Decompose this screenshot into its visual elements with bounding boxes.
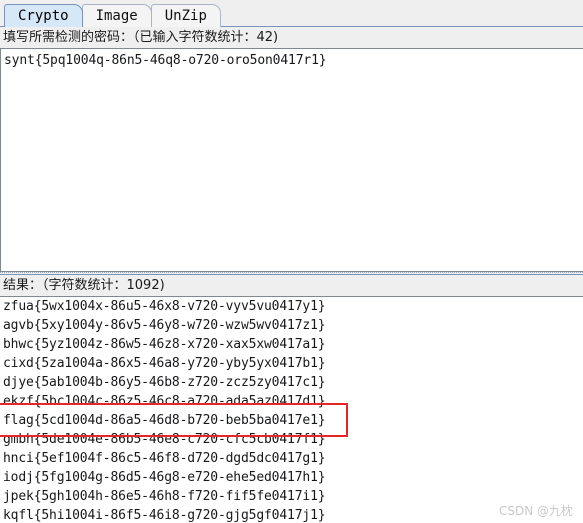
result-line: djye{5ab1004b-86y5-46b8-z720-zcz5zy0417c… — [3, 375, 326, 391]
tab-unzip[interactable]: UnZip — [150, 3, 221, 27]
input-section-label: 填写所需检测的密码：（已输入字符数统计：42) — [0, 26, 583, 48]
result-line: kqfl{5hi1004i-86f5-46i8-g720-gjg5gf0417j… — [3, 508, 326, 523]
result-line: ekzf{5bc1004c-86z5-46c8-a720-ada5az0417d… — [3, 394, 326, 410]
result-output-textarea[interactable]: zfua{5wx1004x-86u5-46x8-v720-vyv5vu0417y… — [0, 296, 583, 523]
application-window: Crypto Image UnZip 填写所需检测的密码：（已输入字符数统计：4… — [0, 0, 583, 523]
password-input-textarea[interactable]: synt{5pq1004q-86n5-46q8-o720-oro5on0417r… — [0, 47, 583, 273]
result-line: cixd{5za1004a-86x5-46a8-y720-yby5yx0417b… — [3, 356, 326, 372]
csdn-watermark: CSDN @九枕 — [498, 504, 573, 518]
tab-image[interactable]: Image — [81, 3, 152, 27]
result-line: flag{5cd1004d-86a5-46d8-b720-beb5ba0417e… — [3, 413, 326, 429]
result-line: iodj{5fg1004g-86d5-46g8-e720-ehe5ed0417h… — [3, 470, 326, 486]
tab-crypto-label: Crypto — [18, 7, 69, 24]
tab-image-label: Image — [95, 7, 138, 24]
result-line: zfua{5wx1004x-86u5-46x8-v720-vyv5vu0417y… — [3, 299, 326, 315]
result-section-label: 结果：（字符数统计：1092) — [0, 275, 583, 297]
tab-crypto[interactable]: Crypto — [4, 3, 83, 27]
tab-bar: Crypto Image UnZip — [0, 0, 583, 27]
tab-unzip-label: UnZip — [164, 7, 207, 24]
input-line: synt{5pq1004q-86n5-46q8-o720-oro5on0417r… — [4, 52, 327, 68]
result-text-content: zfua{5wx1004x-86u5-46x8-v720-vyv5vu0417y… — [0, 297, 583, 523]
result-line: jpek{5gh1004h-86e5-46h8-f720-fif5fe0417i… — [3, 489, 326, 505]
input-text-content: synt{5pq1004q-86n5-46q8-o720-oro5on0417r… — [1, 49, 583, 70]
result-line: hnci{5ef1004f-86c5-46f8-d720-dgd5dc0417g… — [3, 451, 326, 467]
result-line: agvb{5xy1004y-86v5-46y8-w720-wzw5wv0417z… — [3, 318, 326, 334]
result-line: bhwc{5yz1004z-86w5-46z8-x720-xax5xw0417a… — [3, 337, 326, 353]
result-line: gmbh{5de1004e-86b5-46e8-c720-cfc5cb0417f… — [3, 432, 326, 448]
